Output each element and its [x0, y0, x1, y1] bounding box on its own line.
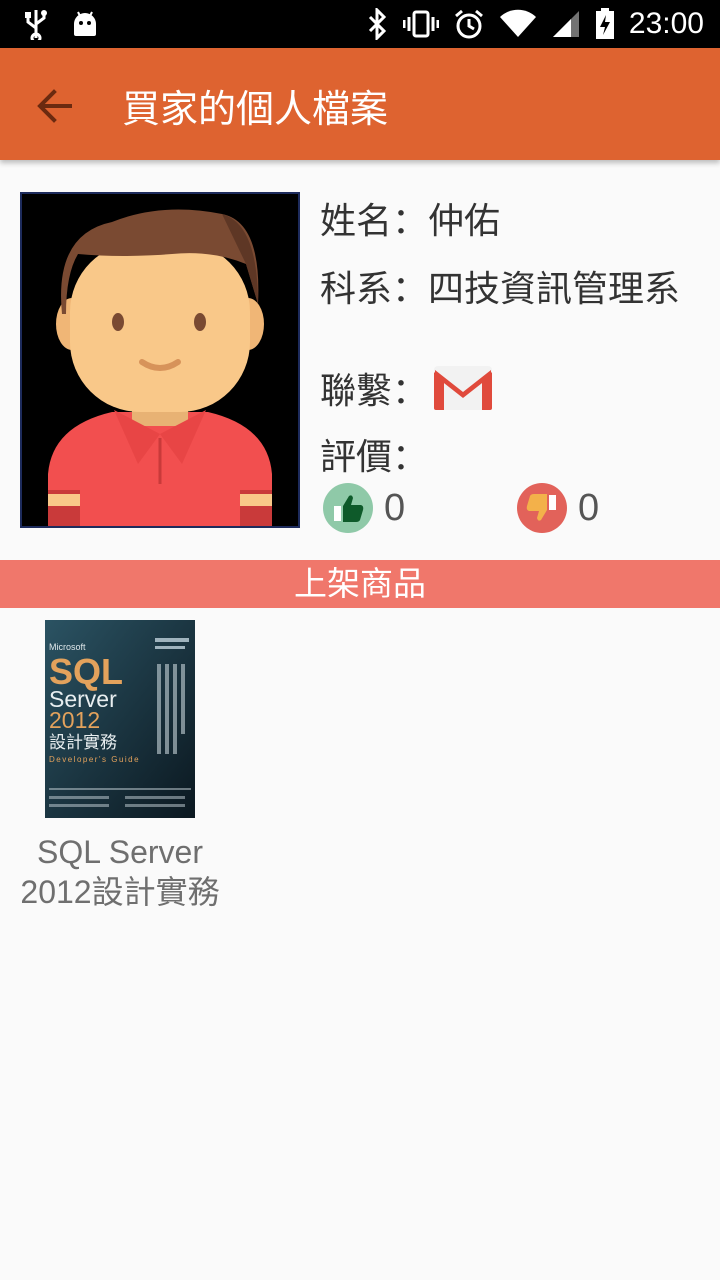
like-count: 0 [384, 486, 406, 529]
product-name-line2: 2012設計實務 [20, 874, 220, 910]
gmail-icon [434, 366, 492, 410]
cover-subtitle-cn: 設計實務 [49, 733, 117, 753]
listed-products-header: 上架商品 [0, 560, 720, 608]
department-text: 科系：四技資訊管理系 [320, 269, 681, 310]
status-clock: 23:00 [628, 7, 704, 40]
bluetooth-icon [368, 8, 387, 40]
product-name-line1: SQL Server [37, 834, 203, 870]
avatar [20, 192, 300, 528]
rating-label: 評價： [320, 437, 429, 478]
battery-charging-icon [595, 8, 614, 39]
gmail-button[interactable] [432, 364, 494, 412]
vibrate-icon [402, 10, 439, 38]
alarm-icon [454, 9, 483, 39]
page-title: 買家的個人檔案 [122, 87, 389, 131]
app-bar: 買家的個人檔案 [0, 48, 720, 160]
user-avatar-illustration [22, 194, 298, 526]
back-button[interactable] [32, 82, 80, 130]
thumbs-down-icon [517, 483, 567, 533]
arrow-back-icon [37, 89, 72, 123]
status-bar: 23:00 [0, 0, 720, 48]
like-button[interactable]: 0 [322, 482, 405, 534]
cell-signal-icon [552, 11, 579, 37]
dislike-button[interactable]: 0 [516, 482, 599, 534]
book-cover-image: Microsoft SQL Server 2012 設計實務 Developer… [45, 620, 195, 818]
cover-year: 2012 [49, 707, 100, 733]
dislike-count: 0 [578, 486, 600, 529]
product-name: SQL Server 2012設計實務 [10, 832, 230, 912]
book-cover-art: Microsoft SQL Server 2012 設計實務 Developer… [45, 620, 195, 818]
cover-subtitle-en: Developer's Guide [49, 755, 140, 764]
thumbs-up-icon [323, 483, 373, 533]
name-text: 姓名：仲佑 [320, 201, 501, 242]
usb-icon [25, 10, 47, 40]
contact-label: 聯繫： [320, 371, 429, 412]
wifi-icon [499, 9, 536, 38]
android-icon [74, 11, 96, 36]
